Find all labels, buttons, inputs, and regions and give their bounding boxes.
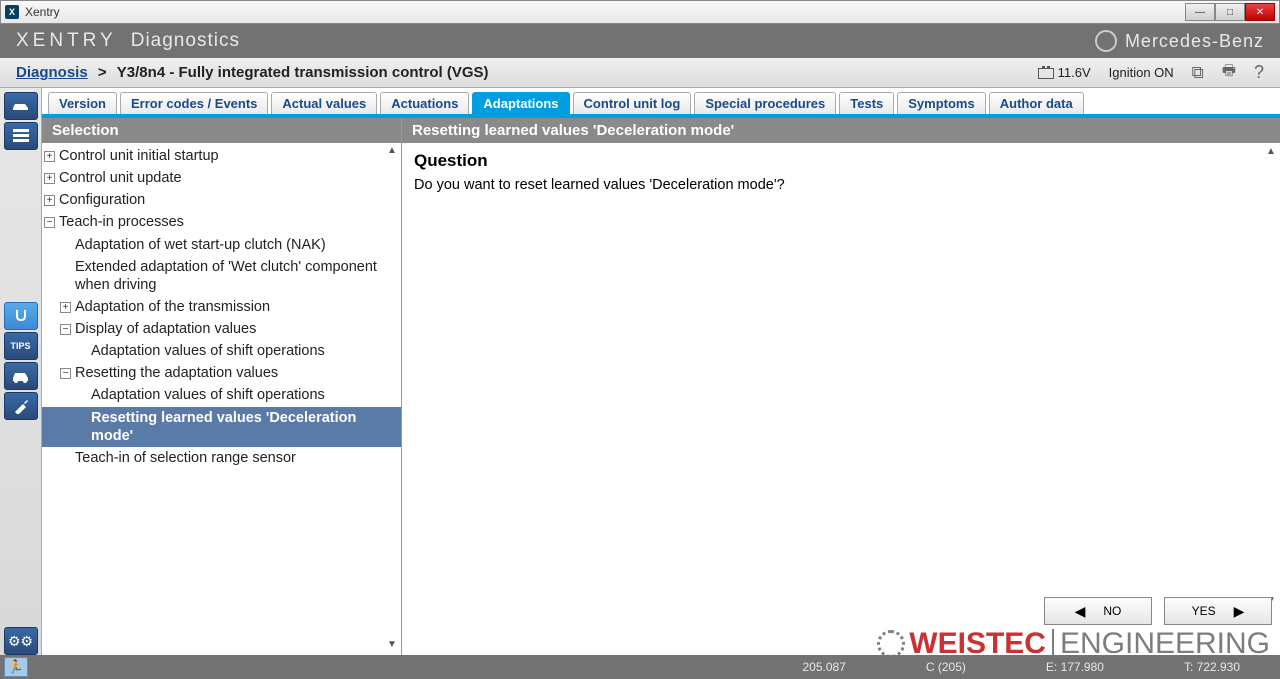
rail-car-button[interactable] [4, 362, 38, 390]
tree-item-label: Configuration [59, 191, 395, 209]
tree-item[interactable]: + Control unit update [42, 167, 401, 189]
status-b: C (205) [886, 660, 1006, 674]
tab-version[interactable]: Version [48, 92, 117, 114]
tab-actuations[interactable]: Actuations [380, 92, 469, 114]
ignition-status: Ignition ON [1109, 65, 1174, 80]
tree-item[interactable]: −Display of adaptation values [42, 318, 401, 340]
tab-adaptations[interactable]: Adaptations [472, 92, 569, 114]
expand-icon[interactable]: − [60, 368, 71, 379]
tree-item-label: Adaptation values of shift operations [91, 386, 395, 404]
tree-item-label: Display of adaptation values [75, 320, 395, 338]
tab-author-data[interactable]: Author data [989, 92, 1084, 114]
battery-status: 11.6V [1038, 65, 1091, 80]
tree-item-label: Adaptation of wet start-up clutch (NAK) [75, 236, 395, 254]
tab-symptoms[interactable]: Symptoms [897, 92, 985, 114]
print-icon[interactable]: 🖶 [1222, 60, 1236, 85]
mercedes-label: Mercedes-Benz [1125, 31, 1264, 52]
expand-icon[interactable]: − [60, 324, 71, 335]
selection-tree: + Control unit initial startup + Control un… [42, 143, 401, 529]
header-subtitle: Diagnostics [131, 30, 240, 52]
tab-tests[interactable]: Tests [839, 92, 894, 114]
breadcrumb-separator: > [94, 64, 111, 81]
tree-item[interactable]: −Teach-in processes [42, 211, 401, 233]
tree-item-label: Extended adaptation of 'Wet clutch' comp… [75, 258, 395, 294]
battery-icon [1038, 68, 1054, 79]
triangle-left-icon: ◀ [1075, 603, 1086, 620]
scroll-up-icon[interactable]: ▲ [385, 145, 399, 159]
status-a: 205.087 [762, 660, 885, 674]
question-text: Do you want to reset learned values 'Dec… [414, 177, 1268, 193]
tab-bar: VersionError codes / EventsActual values… [42, 88, 1280, 118]
no-label: NO [1103, 604, 1121, 618]
content-header: Resetting learned values 'Deceleration m… [402, 118, 1280, 143]
minimize-button[interactable]: — [1185, 3, 1215, 21]
yes-label: YES [1192, 604, 1216, 618]
tree-item[interactable]: + Configuration [42, 189, 401, 211]
running-man-icon[interactable]: 🏃 [4, 657, 28, 677]
status-bar: 🏃 205.087 C (205) E: 177.980 T: 722.930 [0, 655, 1280, 679]
tree-item-label: Teach-in of selection range sensor [75, 449, 395, 467]
tree-item[interactable]: + Control unit initial startup [42, 145, 401, 167]
tree-item-label: Adaptation values of shift operations [91, 342, 395, 360]
tab-error-codes-events[interactable]: Error codes / Events [120, 92, 268, 114]
close-button[interactable]: ✕ [1245, 3, 1275, 21]
help-icon[interactable]: ? [1254, 62, 1264, 83]
breadcrumb-bar: Diagnosis > Y3/8n4 - Fully integrated tr… [0, 58, 1280, 88]
rail-settings-button[interactable]: ⚙⚙ [4, 627, 38, 655]
brand-label: XENTRY [16, 30, 117, 52]
tree-item[interactable]: Resetting learned values 'Deceleration m… [42, 407, 401, 447]
window-title: Xentry [25, 5, 1185, 19]
selection-header: Selection [42, 118, 401, 143]
tree-item-label: Control unit initial startup [59, 147, 395, 165]
mercedes-logo: Mercedes-Benz [1095, 30, 1264, 52]
tree-item-label: Teach-in processes [59, 213, 395, 231]
expand-icon[interactable]: + [44, 195, 55, 206]
status-c: E: 177.980 [1006, 660, 1144, 674]
scroll-down-icon[interactable]: ▼ [385, 639, 399, 653]
tab-control-unit-log[interactable]: Control unit log [573, 92, 692, 114]
question-heading: Question [414, 151, 1268, 171]
tree-item-label: Control unit update [59, 169, 395, 187]
app-header: XENTRY Diagnostics Mercedes-Benz [0, 24, 1280, 58]
left-rail: TIPS ⚙⚙ [0, 88, 42, 655]
expand-icon[interactable]: − [44, 217, 55, 228]
star-icon [1095, 30, 1117, 52]
yes-button[interactable]: YES ▶ [1164, 597, 1272, 625]
tree-item[interactable]: Adaptation values of shift operations [42, 384, 401, 406]
tree-item[interactable]: Adaptation values of shift operations [42, 340, 401, 362]
expand-icon[interactable]: + [60, 302, 71, 313]
rail-list-button[interactable] [4, 122, 38, 150]
tree-item-label: Resetting learned values 'Deceleration m… [91, 409, 395, 445]
tree-item-label: Resetting the adaptation values [75, 364, 395, 382]
triangle-right-icon: ▶ [1234, 603, 1245, 620]
window-titlebar: X Xentry — □ ✕ [0, 0, 1280, 24]
copy-icon[interactable]: ⧉ [1192, 63, 1204, 83]
rail-vehicle-button[interactable] [4, 92, 38, 120]
tree-item-label: Adaptation of the transmission [75, 298, 395, 316]
breadcrumb-current: Y3/8n4 - Fully integrated transmission c… [117, 64, 489, 81]
tree-item[interactable]: Adaptation of wet start-up clutch (NAK) [42, 234, 401, 256]
breadcrumb-link[interactable]: Diagnosis [16, 64, 88, 81]
tab-special-procedures[interactable]: Special procedures [694, 92, 836, 114]
status-d: T: 722.930 [1144, 660, 1280, 674]
tree-item[interactable]: + Adaptation of the transmission [42, 296, 401, 318]
maximize-button[interactable]: □ [1215, 3, 1245, 21]
rail-tips-button[interactable]: TIPS [4, 332, 38, 360]
rail-tool-button[interactable] [4, 392, 38, 420]
tree-item[interactable]: −Resetting the adaptation values [42, 362, 401, 384]
expand-icon[interactable]: + [44, 173, 55, 184]
tree-item[interactable]: Extended adaptation of 'Wet clutch' comp… [42, 256, 401, 296]
no-button[interactable]: ◀ NO [1044, 597, 1152, 625]
app-icon: X [5, 5, 19, 19]
rail-diagnosis-button[interactable] [4, 302, 38, 330]
expand-icon[interactable]: + [44, 151, 55, 162]
tree-item[interactable]: Teach-in of selection range sensor [42, 447, 401, 469]
tab-actual-values[interactable]: Actual values [271, 92, 377, 114]
